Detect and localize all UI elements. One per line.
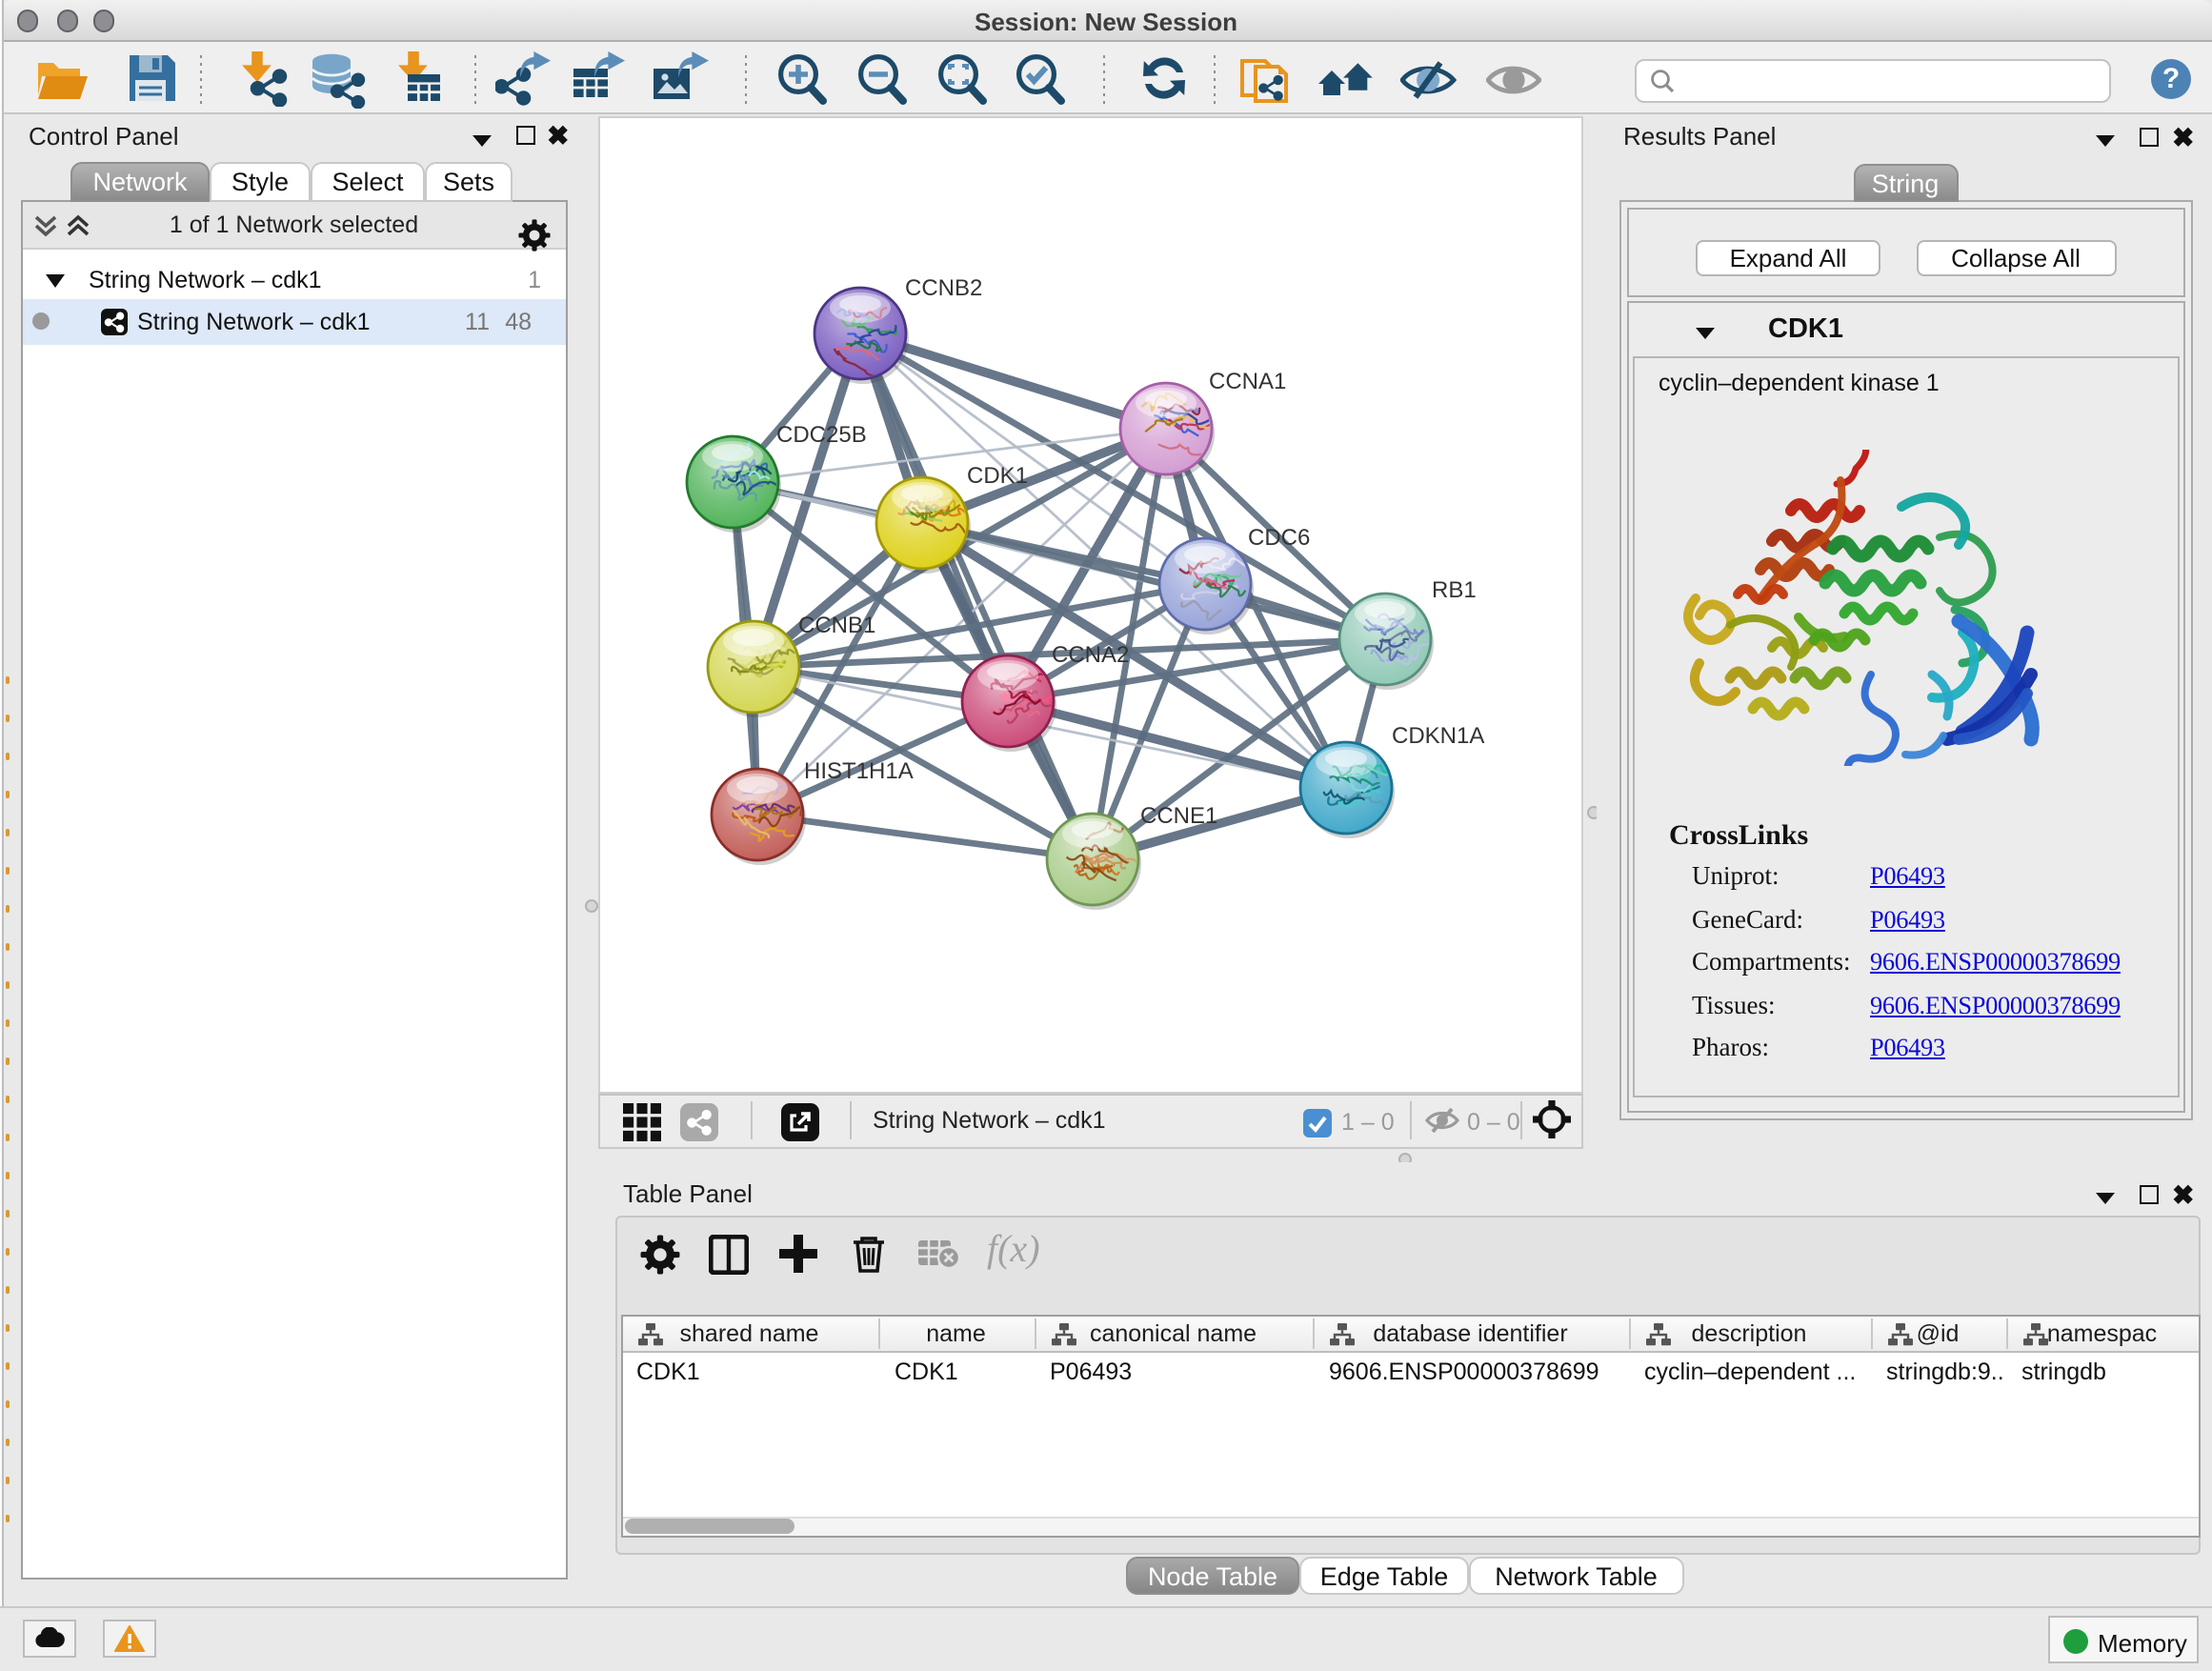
svg-text:CCNA2: CCNA2 <box>1052 642 1129 668</box>
svg-text:CCNB2: CCNB2 <box>905 275 982 301</box>
svg-text:CDK1: CDK1 <box>967 463 1028 489</box>
svg-text:CDC6: CDC6 <box>1248 525 1310 551</box>
svg-text:CDKN1A: CDKN1A <box>1392 723 1484 749</box>
svg-text:CCNA1: CCNA1 <box>1209 369 1286 394</box>
svg-text:CDC25B: CDC25B <box>776 422 867 448</box>
svg-text:CCNE1: CCNE1 <box>1140 803 1217 829</box>
svg-text:RB1: RB1 <box>1432 577 1477 603</box>
svg-text:HIST1H1A: HIST1H1A <box>804 758 914 784</box>
svg-text:CCNB1: CCNB1 <box>798 613 875 638</box>
